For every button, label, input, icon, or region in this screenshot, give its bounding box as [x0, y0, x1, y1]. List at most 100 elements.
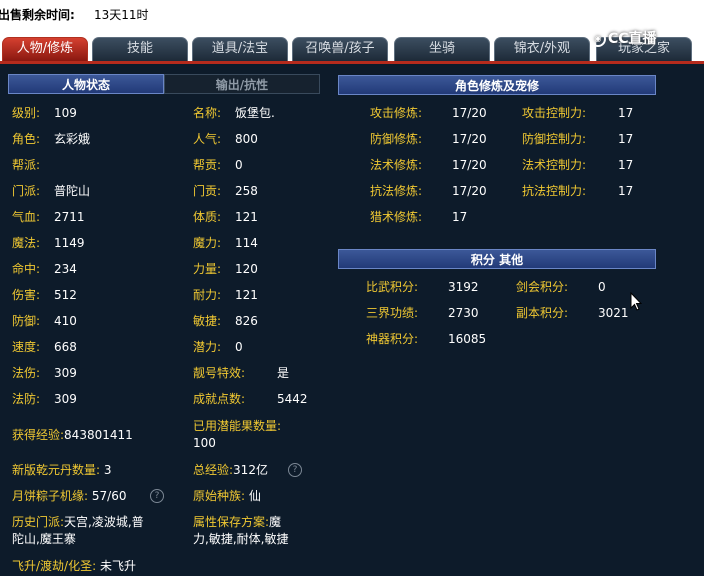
stat-label: 耐力: — [193, 288, 222, 302]
stat-label: 力量: — [193, 262, 222, 276]
control-label: 抗法控制力: — [522, 184, 587, 198]
mooncake-row: 月饼粽子机缘: 57/60 — [12, 488, 126, 504]
cultivation-label: 攻击修炼: — [370, 106, 423, 120]
points-value: 2730 — [448, 306, 479, 320]
stat-label: 速度: — [12, 340, 41, 354]
history-value-1: 天宫,凌波城,普 — [64, 515, 144, 529]
qianyuan-row: 新版乾元丹数量: 3 — [12, 462, 112, 478]
stat-value: 120 — [235, 262, 258, 276]
stat-value: 668 — [54, 340, 77, 354]
total-exp-row: 总经验:312亿 — [193, 462, 268, 478]
tab-outfits[interactable]: 锦衣/外观 — [494, 37, 590, 61]
stat-label: 成就点数: — [193, 392, 246, 406]
stat-value: 234 — [54, 262, 77, 276]
cultivation-header: 角色修炼及宠修 — [338, 75, 656, 95]
logo-text: CC直播 — [608, 31, 657, 47]
stat-value: 是 — [277, 366, 290, 380]
stat-label: 门派: — [12, 184, 41, 198]
tab-items[interactable]: 道具/法宝 — [192, 37, 288, 61]
control-value: 17 — [618, 158, 634, 172]
cc-live-logo: ◉ CC直播 — [590, 28, 657, 48]
tab-mounts[interactable]: 坐骑 — [394, 37, 490, 61]
stat-value: 258 — [235, 184, 258, 198]
exp-value: 843801411 — [64, 428, 133, 442]
stat-label: 命中: — [12, 262, 41, 276]
stat-label: 人气: — [193, 132, 222, 146]
tab-output-resist[interactable]: 输出/抗性 — [164, 74, 320, 94]
artifact-row: 神器积分: — [366, 331, 418, 347]
race-row: 原始种族: 仙 — [193, 488, 261, 504]
control-value: 17 — [618, 106, 634, 120]
points-header: 积分 其他 — [338, 249, 656, 269]
stat-value: 普陀山 — [54, 184, 91, 198]
total-exp-help-icon[interactable]: ? — [288, 463, 302, 477]
points-value: 3021 — [598, 306, 629, 320]
stat-label: 门贡: — [193, 184, 222, 198]
qianyuan-label: 新版乾元丹数量: — [12, 463, 101, 477]
stat-label: 帮派: — [12, 158, 41, 172]
stat-value: 5442 — [277, 392, 308, 406]
stat-label: 帮贡: — [193, 158, 222, 172]
history-row-2: 陀山,魔王寨 — [12, 531, 76, 547]
exp-label: 获得经验: — [12, 428, 65, 442]
hunt-value: 17 — [452, 210, 468, 224]
mouse-cursor-icon — [630, 292, 642, 311]
mooncake-help-icon[interactable]: ? — [150, 489, 164, 503]
stat-label: 魔法: — [12, 236, 41, 250]
attr-plan-row-2: 力,敏捷,耐体,敏捷 — [193, 531, 288, 547]
control-label: 攻击控制力: — [522, 106, 587, 120]
potential-fruit-value-row: 100 — [193, 435, 216, 451]
stat-label: 敏捷: — [193, 314, 222, 328]
cultivation-value: 17/20 — [452, 106, 487, 120]
potential-fruit-label: 已用潜能果数量: — [193, 419, 282, 433]
stat-value: 800 — [235, 132, 258, 146]
points-label: 副本积分: — [516, 306, 569, 320]
stat-value: 109 — [54, 106, 77, 120]
attr-plan-value-1: 魔 — [269, 515, 282, 529]
mooncake-value: 57/60 — [91, 489, 127, 503]
potential-fruit-value: 100 — [193, 436, 216, 450]
hunt-row: 猎术修炼: — [370, 209, 422, 225]
attr-plan-row: 属性保存方案:魔 — [193, 514, 281, 530]
stat-label: 靓号特效: — [193, 366, 246, 380]
stat-value: 饭堡包. — [235, 106, 275, 120]
stat-label: 法防: — [12, 392, 41, 406]
tab-skills[interactable]: 技能 — [92, 37, 188, 61]
stat-value: 410 — [54, 314, 77, 328]
fly-row: 飞升/渡劫/化圣: 未飞升 — [12, 558, 136, 574]
stat-label: 体质: — [193, 210, 222, 224]
tab-character-status[interactable]: 人物状态 — [8, 74, 164, 94]
stat-value: 826 — [235, 314, 258, 328]
fly-label: 飞升/渡劫/化圣: — [12, 559, 97, 573]
race-label: 原始种族: — [193, 489, 246, 503]
points-label: 三界功绩: — [366, 306, 419, 320]
sale-time-label: 出售剩余时间: — [0, 8, 75, 22]
stat-value: 121 — [235, 210, 258, 224]
race-value: 仙 — [248, 489, 261, 503]
mooncake-label: 月饼粽子机缘: — [12, 489, 89, 503]
cultivation-label: 抗法修炼: — [370, 184, 423, 198]
control-value: 17 — [618, 132, 634, 146]
stat-label: 名称: — [193, 106, 222, 120]
stat-label: 潜力: — [193, 340, 222, 354]
tab-character[interactable]: 人物/修炼 — [2, 37, 88, 61]
stat-label: 气血: — [12, 210, 41, 224]
total-exp-label: 总经验: — [193, 463, 234, 477]
cultivation-label: 法术修炼: — [370, 158, 423, 172]
tab-pets[interactable]: 召唤兽/孩子 — [292, 37, 388, 61]
potential-fruit-row: 已用潜能果数量: — [193, 418, 281, 434]
attr-plan-label: 属性保存方案: — [193, 515, 270, 529]
qianyuan-value: 3 — [103, 463, 112, 477]
exp-row: 获得经验:843801411 — [12, 427, 133, 443]
cultivation-value: 17/20 — [452, 132, 487, 146]
stat-label: 防御: — [12, 314, 41, 328]
points-label: 比武积分: — [366, 280, 419, 294]
total-exp-value: 312亿 — [233, 463, 268, 477]
cultivation-value: 17/20 — [452, 158, 487, 172]
sale-time-bar: 出售剩余时间: 13天11时 — [0, 0, 704, 30]
stat-label: 角色: — [12, 132, 41, 146]
control-label: 防御控制力: — [522, 132, 587, 146]
points-value: 0 — [598, 280, 606, 294]
control-label: 法术控制力: — [522, 158, 587, 172]
history-label: 历史门派: — [12, 515, 65, 529]
